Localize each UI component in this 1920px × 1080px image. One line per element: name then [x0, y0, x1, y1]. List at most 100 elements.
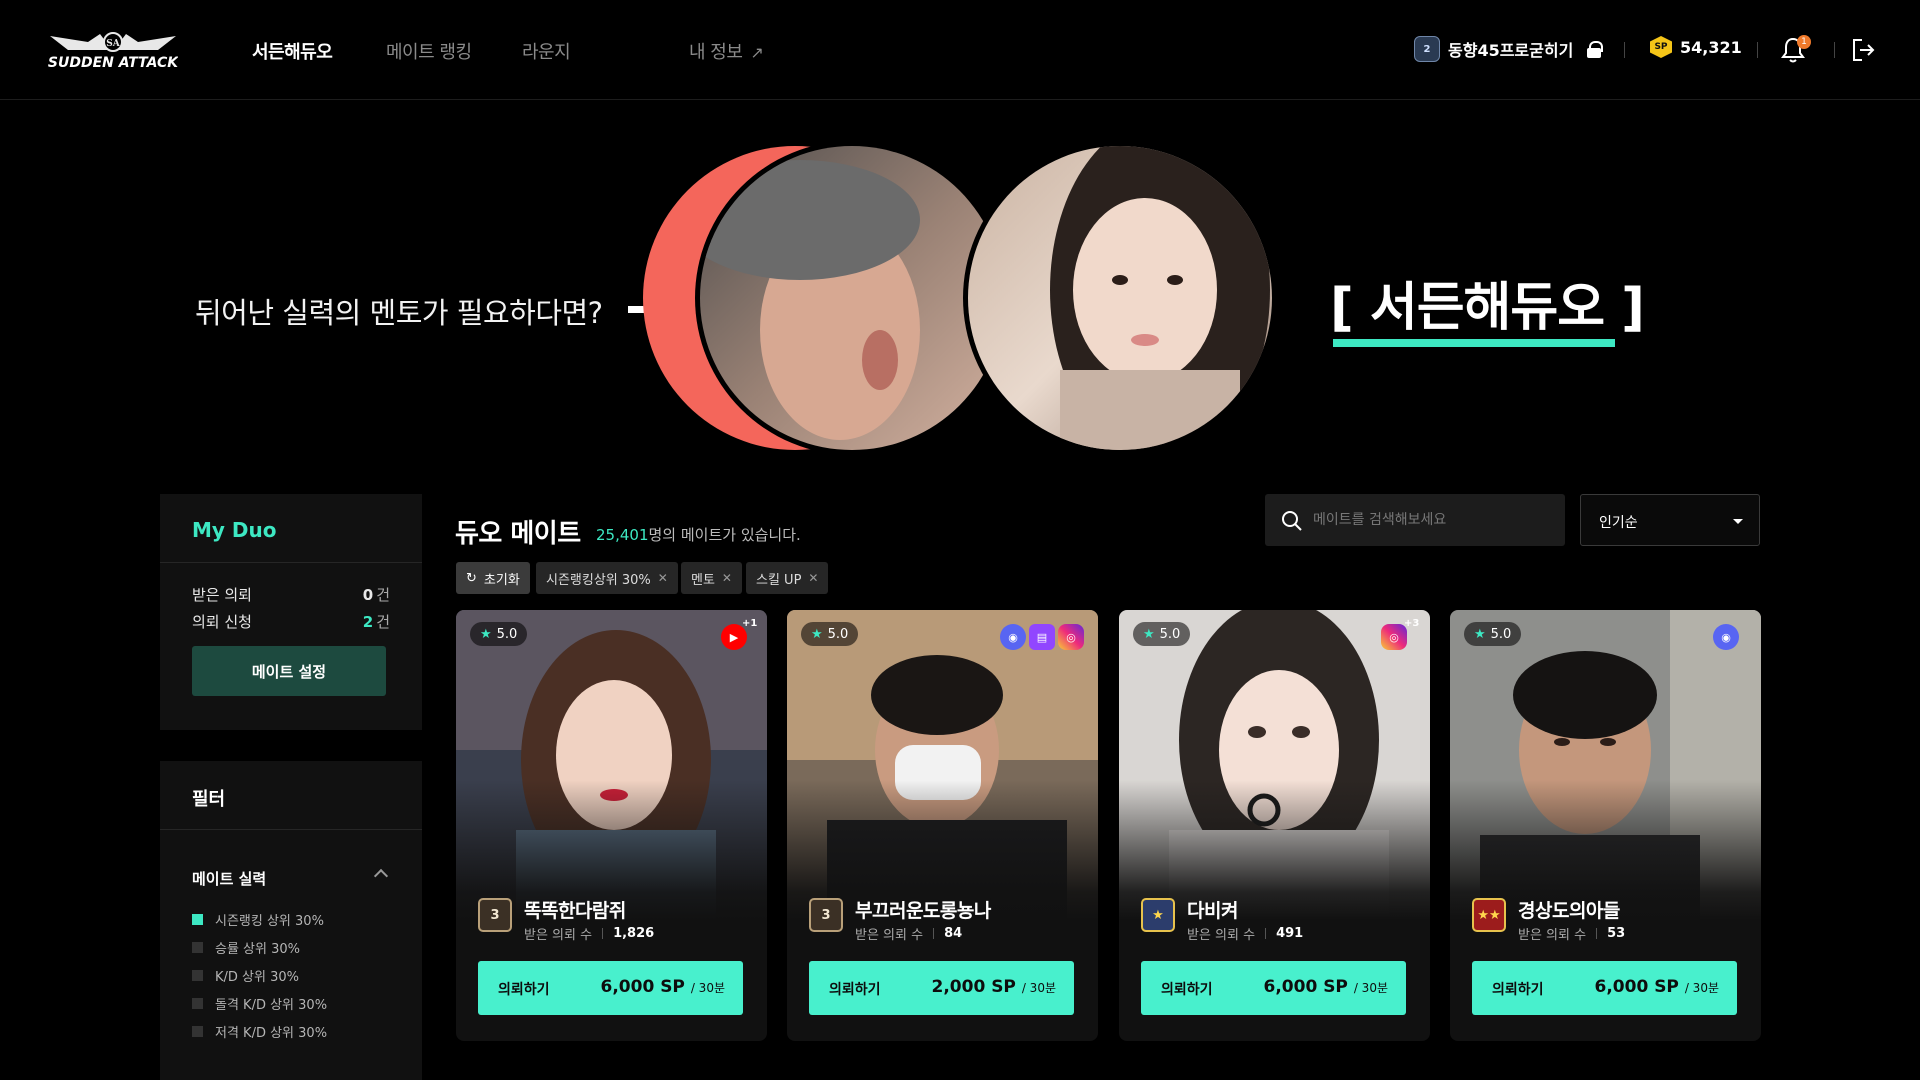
mate-count-suffix: 명의 메이트가 있습니다.: [648, 526, 801, 544]
count-unit: 건: [376, 586, 390, 604]
nav-mate-ranking[interactable]: 메이트 랭킹: [386, 38, 472, 64]
reset-filters-chip[interactable]: ↻ 초기화: [456, 562, 530, 594]
top-navigation: SA SUDDEN ATTACK 서든해듀오 메이트 랭킹 라운지 내 정보 ↗ …: [0, 0, 1920, 100]
request-button[interactable]: 의뢰하기 6,000 SP / 30분: [1141, 961, 1406, 1015]
price-value: 6,000 SP: [1594, 977, 1679, 997]
rating-value: 5.0: [1490, 626, 1512, 642]
sent-requests-row: 의뢰 신청 2건: [192, 611, 390, 632]
filter-option[interactable]: K/D 상위 30%: [192, 966, 299, 985]
tier-badge-icon: ★★: [1472, 898, 1506, 932]
price: 6,000 SP / 30분: [601, 977, 726, 997]
received-count-label: 받은 의뢰 수: [1518, 928, 1587, 943]
svg-text:SA: SA: [106, 39, 120, 49]
header-divider: [1757, 42, 1758, 58]
mate-card[interactable]: ★ 5.0 ▶ +1 3 똑똑한다람쥐 받은 의뢰 수 1,826 의뢰하기 6,0…: [456, 610, 767, 1041]
my-duo-panel: My Duo 받은 의뢰 0건 의뢰 신청 2건 메이트 설정: [160, 494, 422, 730]
filter-option[interactable]: 저격 K/D 상위 30%: [192, 1022, 327, 1041]
checkbox[interactable]: [192, 998, 203, 1009]
close-icon[interactable]: ✕: [658, 571, 668, 585]
search-icon: [1282, 511, 1302, 531]
request-button[interactable]: 의뢰하기 6,000 SP / 30분: [478, 961, 743, 1015]
sp-coin-icon: SP: [1650, 36, 1672, 58]
mate-name: 다비켜: [1187, 900, 1238, 922]
price-value: 2,000 SP: [931, 977, 1016, 997]
user-profile[interactable]: 2 동향45프로굳히기: [1414, 36, 1604, 62]
filter-chip[interactable]: 스킬 UP ✕: [746, 562, 829, 594]
star-icon: ★: [1474, 626, 1486, 642]
mate-count-number: 25,401: [596, 526, 649, 544]
mate-search[interactable]: [1265, 494, 1565, 546]
filter-group-title[interactable]: 메이트 실력: [192, 868, 266, 889]
nav-duo[interactable]: 서든해듀오: [252, 38, 333, 64]
mate-card[interactable]: ★ 5.0 ◎ +3 ★ 다비켜 받은 의뢰 수 491 의뢰하기 6,000 SP…: [1119, 610, 1430, 1041]
checkbox[interactable]: [192, 1026, 203, 1037]
filter-option[interactable]: 승률 상위 30%: [192, 938, 300, 957]
header-divider: [1624, 42, 1625, 58]
rating-value: 5.0: [1159, 626, 1181, 642]
caret-down-icon: [1733, 519, 1743, 524]
filter-option[interactable]: 돌격 K/D 상위 30%: [192, 994, 327, 1013]
filter-panel: 필터 메이트 실력 시즌랭킹 상위 30% 승률 상위 30% K/D 상위 3…: [160, 761, 422, 1080]
chevron-up-icon[interactable]: [373, 868, 389, 884]
received-count-label: 받은 의뢰 수: [1187, 928, 1256, 943]
lock-icon: [1587, 41, 1604, 58]
sort-dropdown[interactable]: 인기순: [1580, 494, 1760, 546]
checkbox[interactable]: [192, 942, 203, 953]
mate-card[interactable]: ★ 5.0 ◉ ★★ 경상도의아들 받은 의뢰 수 53 의뢰하기 6,000 SP…: [1450, 610, 1761, 1041]
mate-count: 25,401명의 메이트가 있습니다.: [596, 524, 801, 545]
rating-badge: ★ 5.0: [1464, 622, 1522, 646]
rating-badge: ★ 5.0: [470, 622, 528, 646]
nav-my-info[interactable]: 내 정보 ↗: [689, 38, 764, 64]
rating-value: 5.0: [827, 626, 849, 642]
count-unit: 건: [376, 613, 390, 631]
instagram-icon[interactable]: ◎: [1058, 624, 1084, 650]
sent-requests-value: 2: [362, 613, 374, 631]
nav-lounge[interactable]: 라운지: [522, 38, 571, 64]
mate-settings-button[interactable]: 메이트 설정: [192, 646, 386, 696]
user-nickname: 동향45프로굳히기: [1448, 41, 1574, 60]
header-divider: [1834, 42, 1835, 58]
tier-badge-icon: 3: [478, 898, 512, 932]
price: 6,000 SP / 30분: [1595, 977, 1720, 997]
close-icon[interactable]: ✕: [722, 571, 732, 585]
divider: [933, 928, 935, 939]
received-requests-label: 받은 의뢰: [192, 586, 252, 604]
filter-option[interactable]: 시즌랭킹 상위 30%: [192, 910, 324, 929]
star-icon: ★: [811, 626, 823, 642]
received-count-value: 1,826: [613, 926, 655, 941]
rank-badge-icon: 2: [1414, 36, 1440, 62]
mate-name: 부끄러운도롱뇽나: [855, 900, 991, 922]
checkbox-checked[interactable]: [192, 914, 203, 925]
twitch-icon[interactable]: ▤: [1029, 624, 1055, 650]
filter-chip-label: 시즌랭킹상위 30%: [546, 572, 651, 588]
received-count-label: 받은 의뢰 수: [855, 928, 924, 943]
sp-amount: 54,321: [1680, 37, 1742, 57]
close-icon[interactable]: ✕: [808, 571, 818, 585]
divider: [1265, 928, 1267, 939]
refresh-icon: ↻: [466, 570, 477, 586]
notification-count-badge: 1: [1797, 35, 1811, 49]
logout-icon[interactable]: [1850, 36, 1876, 64]
panel-divider: [160, 562, 422, 563]
received-count-row: 받은 의뢰 수 1,826: [524, 924, 654, 943]
sns-more-count: +3: [1404, 618, 1420, 629]
mate-name: 경상도의아들: [1518, 900, 1620, 922]
star-icon: ★: [480, 626, 492, 642]
filter-chip[interactable]: 시즌랭킹상위 30% ✕: [536, 562, 678, 594]
sudden-attack-logo[interactable]: SA SUDDEN ATTACK: [48, 28, 179, 74]
received-count-row: 받은 의뢰 수 491: [1187, 924, 1303, 943]
tier-badge-icon: ★: [1141, 898, 1175, 932]
sp-balance[interactable]: SP 54,321: [1650, 36, 1742, 58]
price: 6,000 SP / 30분: [1264, 977, 1389, 997]
search-input[interactable]: [1313, 494, 1553, 546]
discord-icon[interactable]: ◉: [1000, 624, 1026, 650]
hero-mentor-photos: [643, 141, 1277, 455]
checkbox[interactable]: [192, 970, 203, 981]
filter-chip[interactable]: 멘토 ✕: [681, 562, 742, 594]
sort-selected-value: 인기순: [1599, 515, 1638, 531]
request-button[interactable]: 의뢰하기 2,000 SP / 30분: [809, 961, 1074, 1015]
received-count-row: 받은 의뢰 수 53: [1518, 924, 1625, 943]
mate-card[interactable]: ★ 5.0 ◉ ▤ ◎ 3 부끄러운도롱뇽나 받은 의뢰 수 84 의뢰하기 2,0…: [787, 610, 1098, 1041]
request-button[interactable]: 의뢰하기 6,000 SP / 30분: [1472, 961, 1737, 1015]
discord-icon[interactable]: ◉: [1713, 624, 1739, 650]
